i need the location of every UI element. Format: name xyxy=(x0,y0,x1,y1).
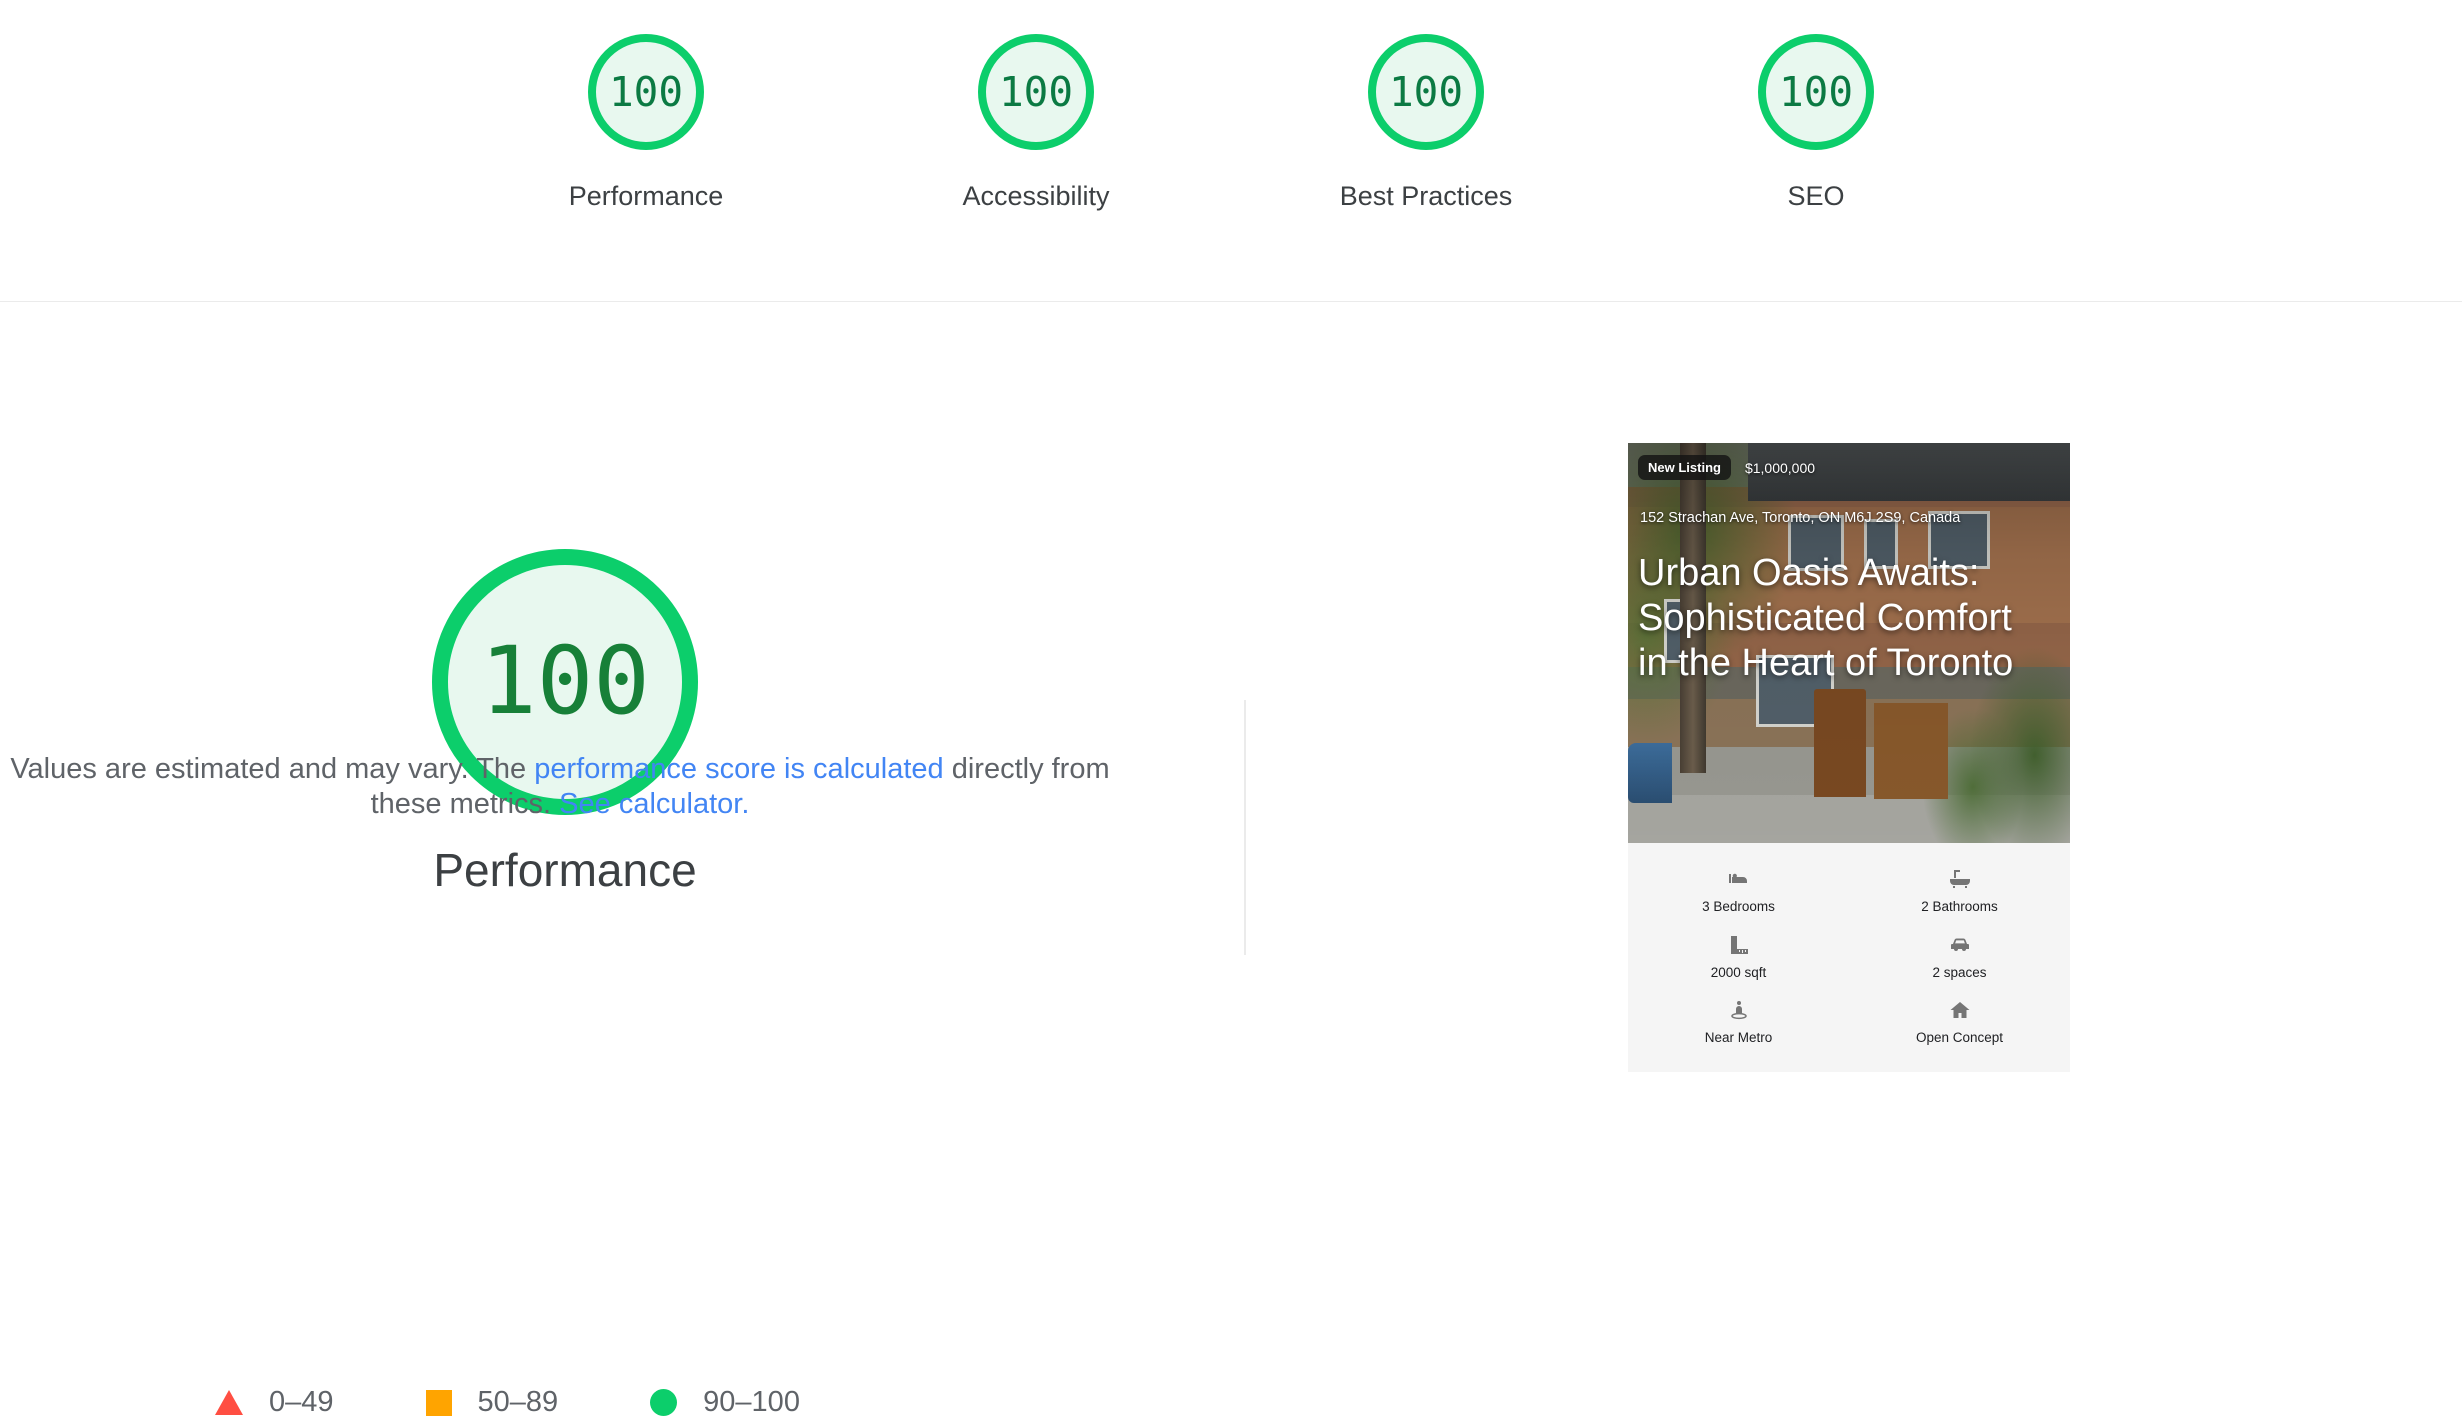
feature-bedrooms: 3 Bedrooms xyxy=(1628,857,1849,923)
circle-pass-icon xyxy=(650,1389,678,1416)
gauge-best-practices[interactable]: 100 xyxy=(1368,34,1484,150)
performance-gauge-block: 100 Performance xyxy=(432,549,698,896)
feature-transit: Near Metro xyxy=(1628,988,1849,1054)
feature-label: 2000 sqft xyxy=(1710,964,1767,980)
status-badge: New Listing xyxy=(1638,455,1731,480)
legend-range: 50–89 xyxy=(477,1386,559,1418)
legend-entry-average: 50–89 xyxy=(425,1386,559,1419)
score-item-performance[interactable]: 100 Performance xyxy=(541,34,751,212)
car-icon xyxy=(1947,932,1973,958)
see-calculator-link[interactable]: See calculator. xyxy=(559,788,749,820)
gauge-performance[interactable]: 100 xyxy=(588,34,704,150)
page-screenshot-card: New Listing $1,000,000 152 Strachan Ave,… xyxy=(1628,443,2070,1072)
disclaimer-prefix: Values are estimated and may vary. The xyxy=(10,753,535,785)
feature-label: 2 Bathrooms xyxy=(1921,899,1998,914)
score-item-seo[interactable]: 100 SEO xyxy=(1711,34,1921,212)
feature-label: Near Metro xyxy=(1704,1030,1773,1045)
home-icon xyxy=(1947,997,1973,1023)
listing-price: $1,000,000 xyxy=(1744,459,1816,476)
score-label: SEO xyxy=(1787,181,1845,211)
legend-range: 0–49 xyxy=(269,1386,334,1418)
legend-entry-fail: 0–49 xyxy=(215,1386,334,1419)
feature-area: 2000 sqft xyxy=(1628,923,1849,989)
ruler-icon xyxy=(1726,932,1752,958)
performance-category-panel: 100 Performance Values are estimated and… xyxy=(0,302,1245,1418)
listing-badge-row: New Listing $1,000,000 xyxy=(1638,455,1815,480)
score-scale-legend: 0–49 50–89 90–100 xyxy=(215,1386,800,1419)
feature-bathrooms: 2 Bathrooms xyxy=(1849,857,2070,923)
gauge-seo[interactable]: 100 xyxy=(1758,34,1874,150)
bed-icon xyxy=(1726,866,1752,892)
gauge-value: 100 xyxy=(608,67,684,116)
legend-range: 90–100 xyxy=(703,1386,800,1418)
report-body: 100 Performance Values are estimated and… xyxy=(0,302,2462,1418)
listing-hero-image: New Listing $1,000,000 152 Strachan Ave,… xyxy=(1628,443,2070,843)
legend-entry-pass: 90–100 xyxy=(650,1386,800,1419)
gauge-value: 100 xyxy=(1778,67,1854,116)
person-pin-icon xyxy=(1726,997,1752,1023)
gauge-value: 100 xyxy=(998,67,1074,116)
lighthouse-score-strip: 100 Performance 100 Accessibility 100 Be… xyxy=(0,0,2462,302)
listing-address: 152 Strachan Ave, Toronto, ON M6J 2S9, C… xyxy=(1640,510,1961,526)
feature-label: 3 Bedrooms xyxy=(1702,899,1775,914)
score-label: Accessibility xyxy=(962,181,1110,211)
gauge-value: 100 xyxy=(480,627,650,736)
feature-label: Open Concept xyxy=(1915,1030,2004,1045)
performance-score-link[interactable]: performance score is calculated xyxy=(534,753,943,785)
feature-layout: Open Concept xyxy=(1849,988,2070,1054)
score-label: Performance xyxy=(568,181,724,211)
triangle-fail-icon xyxy=(215,1390,243,1415)
score-item-best-practices[interactable]: 100 Best Practices xyxy=(1321,34,1531,212)
metrics-disclaimer: Values are estimated and may vary. The p… xyxy=(0,752,1120,823)
feature-label: 2 spaces xyxy=(1932,964,1987,980)
score-item-accessibility[interactable]: 100 Accessibility xyxy=(931,34,1141,212)
panel-divider xyxy=(1244,700,1246,955)
gauge-accessibility[interactable]: 100 xyxy=(978,34,1094,150)
category-title: Performance xyxy=(433,844,697,896)
score-label: Best Practices xyxy=(1339,181,1513,211)
listing-headline: Urban Oasis Awaits: Sophisticated Comfor… xyxy=(1638,552,2014,684)
gauge-value: 100 xyxy=(1388,67,1464,116)
square-average-icon xyxy=(425,1389,452,1416)
feature-parking: 2 spaces xyxy=(1849,923,2070,989)
bathtub-icon xyxy=(1947,866,1973,892)
listing-features-grid: 3 Bedrooms 2 Bathrooms 2000 sqft 2 space… xyxy=(1628,843,2070,1072)
